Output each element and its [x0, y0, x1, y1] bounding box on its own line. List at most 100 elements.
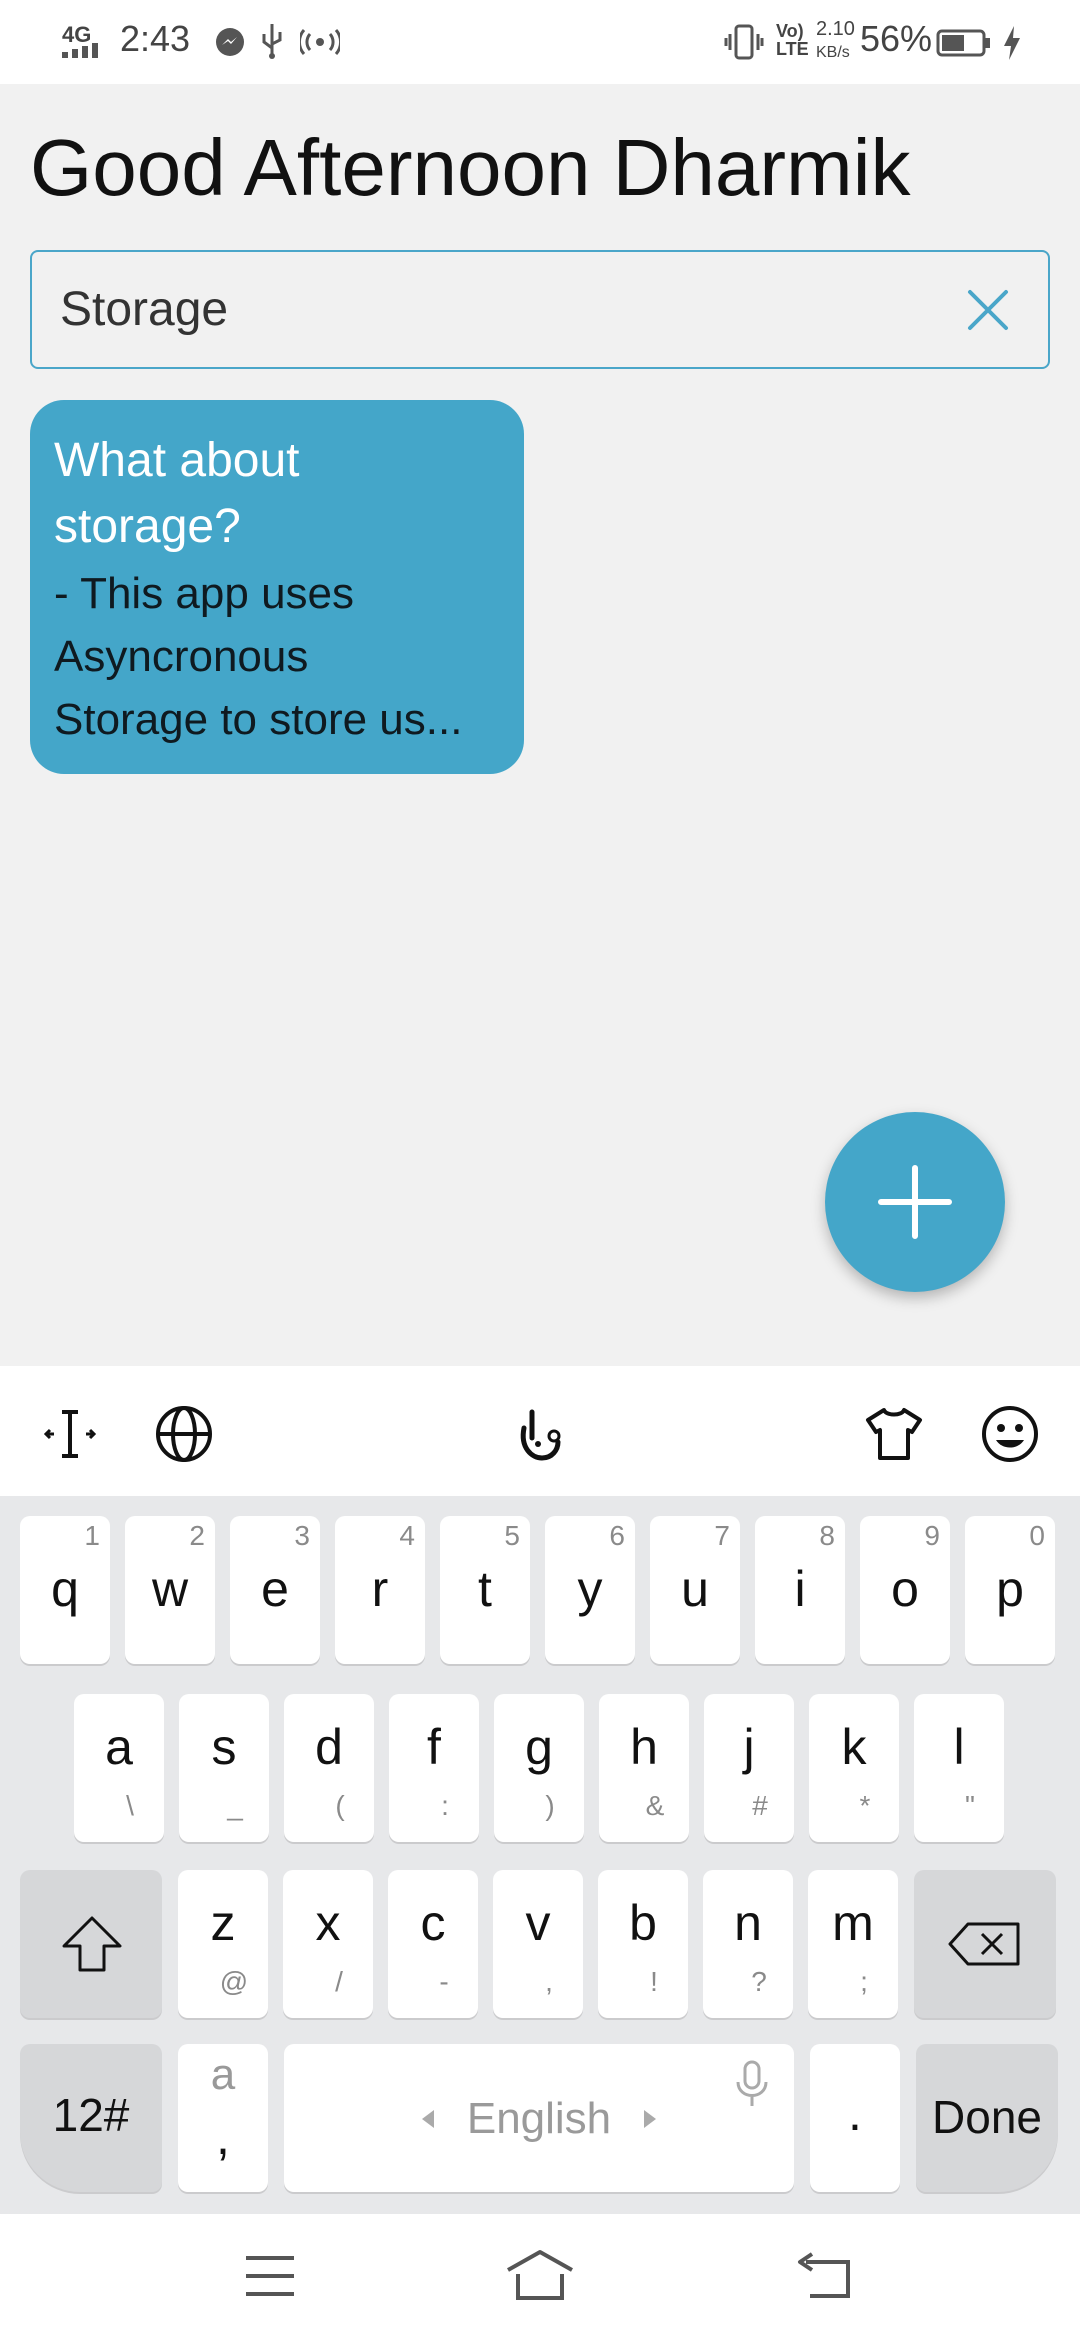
key-o[interactable]: o9 [860, 1516, 950, 1664]
key-s[interactable]: s _ [179, 1694, 269, 1842]
key-hint: 6 [609, 1520, 625, 1551]
key-i[interactable]: i8 [755, 1516, 845, 1664]
key-hint: # [752, 1790, 768, 1821]
close-icon[interactable] [962, 284, 1014, 336]
key-q[interactable]: q1 [20, 1516, 110, 1664]
key-label: b [629, 1895, 657, 1951]
key-hint: : [441, 1790, 449, 1821]
add-note-button[interactable] [825, 1112, 1005, 1292]
note-preview-line: Storage to store us... [54, 695, 463, 744]
key-label: y [577, 1561, 603, 1617]
comma-key[interactable]: a , [178, 2044, 268, 2192]
key-label: s [211, 1719, 237, 1775]
shift-icon [62, 1916, 122, 1972]
key-u[interactable]: u7 [650, 1516, 740, 1664]
key-w[interactable]: w2 [125, 1516, 215, 1664]
key-hint: 5 [504, 1520, 520, 1551]
messenger-icon [216, 28, 244, 56]
key-label: x [315, 1895, 341, 1951]
symbols-key[interactable]: 12# [20, 2044, 162, 2192]
key-f[interactable]: f: [389, 1694, 479, 1842]
key-c[interactable]: c- [388, 1870, 478, 2018]
key-z[interactable]: z @ [178, 1870, 268, 2018]
key-y[interactable]: y6 [545, 1516, 635, 1664]
charging-icon [1004, 26, 1020, 60]
key-label: e [261, 1561, 289, 1617]
backspace-key[interactable] [914, 1870, 1056, 2018]
key-label: z [210, 1895, 236, 1951]
shift-key[interactable] [20, 1870, 162, 2018]
key-r[interactable]: r4 [335, 1516, 425, 1664]
comma-key-alt: a [210, 2050, 236, 2099]
note-card[interactable]: What about storage? - This app uses Asyn… [30, 400, 524, 774]
network-speed: 2.10 [816, 18, 855, 40]
key-label: d [315, 1719, 343, 1775]
search-box[interactable] [30, 250, 1050, 369]
text-cursor-icon[interactable] [40, 1404, 100, 1464]
key-hint: 4 [399, 1520, 415, 1551]
space-key-language: English [466, 2094, 612, 2143]
note-title: What about storage? [54, 428, 500, 560]
key-label: q [51, 1561, 79, 1617]
done-key[interactable]: Done [916, 2044, 1058, 2192]
key-hint: 3 [294, 1520, 310, 1551]
done-key-label: Done [932, 2091, 1042, 2143]
clock: 2:43 [120, 18, 191, 59]
menu-icon[interactable] [244, 2254, 296, 2298]
key-hint: 9 [924, 1520, 940, 1551]
key-m[interactable]: m; [808, 1870, 898, 2018]
key-hint: ( [335, 1790, 345, 1821]
battery-percent: 56% [860, 18, 933, 59]
key-x[interactable]: x / [283, 1870, 373, 2018]
key-hint: - [439, 1966, 449, 1997]
period-key-label: . [848, 2085, 862, 2141]
key-hint: ; [860, 1966, 868, 1997]
search-input[interactable] [60, 252, 960, 367]
key-label: u [681, 1561, 709, 1617]
key-hint: " [965, 1790, 975, 1821]
home-icon[interactable] [504, 2248, 576, 2302]
key-l[interactable]: l " [914, 1694, 1004, 1842]
key-d[interactable]: d( [284, 1694, 374, 1842]
key-n[interactable]: n? [703, 1870, 793, 2018]
navigation-bar [0, 2214, 1080, 2340]
key-a[interactable]: a \ [74, 1694, 164, 1842]
key-label: m [832, 1895, 874, 1951]
note-preview: - This app uses Asyncronous Storage to s… [54, 562, 500, 751]
key-b[interactable]: b! [598, 1870, 688, 2018]
key-t[interactable]: t5 [440, 1516, 530, 1664]
key-label: f [427, 1719, 441, 1775]
key-v[interactable]: v, [493, 1870, 583, 2018]
key-label: v [525, 1895, 551, 1951]
key-label: n [734, 1895, 762, 1951]
signal-icon [62, 43, 98, 58]
status-bar: 4G 2:43 Vo) LTE 2.10 KB/s 56% [0, 0, 1080, 84]
note-preview-line: - This app uses [54, 569, 355, 618]
key-hint: 0 [1029, 1520, 1045, 1551]
key-h[interactable]: h & [599, 1694, 689, 1842]
space-key[interactable]: English [284, 2044, 794, 2192]
key-e[interactable]: e3 [230, 1516, 320, 1664]
usb-icon [262, 24, 282, 59]
volte-indicator: Vo) LTE [776, 21, 809, 59]
key-hint: @ [219, 1966, 249, 1997]
key-label: c [420, 1895, 446, 1951]
emoji-icon[interactable] [980, 1404, 1040, 1464]
back-icon[interactable] [796, 2252, 852, 2300]
gesture-hand-icon[interactable] [510, 1404, 570, 1464]
globe-icon[interactable] [154, 1404, 214, 1464]
key-j[interactable]: j # [704, 1694, 794, 1842]
page-title: Good Afternoon Dharmik [30, 123, 911, 212]
keyboard-toolbar [0, 1366, 1080, 1496]
key-label: i [794, 1561, 806, 1617]
period-key[interactable]: . [810, 2044, 900, 2192]
key-g[interactable]: g) [494, 1694, 584, 1842]
key-p[interactable]: p0 [965, 1516, 1055, 1664]
theme-shirt-icon[interactable] [864, 1404, 924, 1464]
key-label: h [630, 1719, 658, 1775]
plus-icon [878, 1165, 952, 1239]
key-hint: ) [545, 1790, 555, 1821]
key-k[interactable]: k * [809, 1694, 899, 1842]
key-hint: 1 [84, 1520, 100, 1551]
battery-icon [936, 29, 990, 57]
